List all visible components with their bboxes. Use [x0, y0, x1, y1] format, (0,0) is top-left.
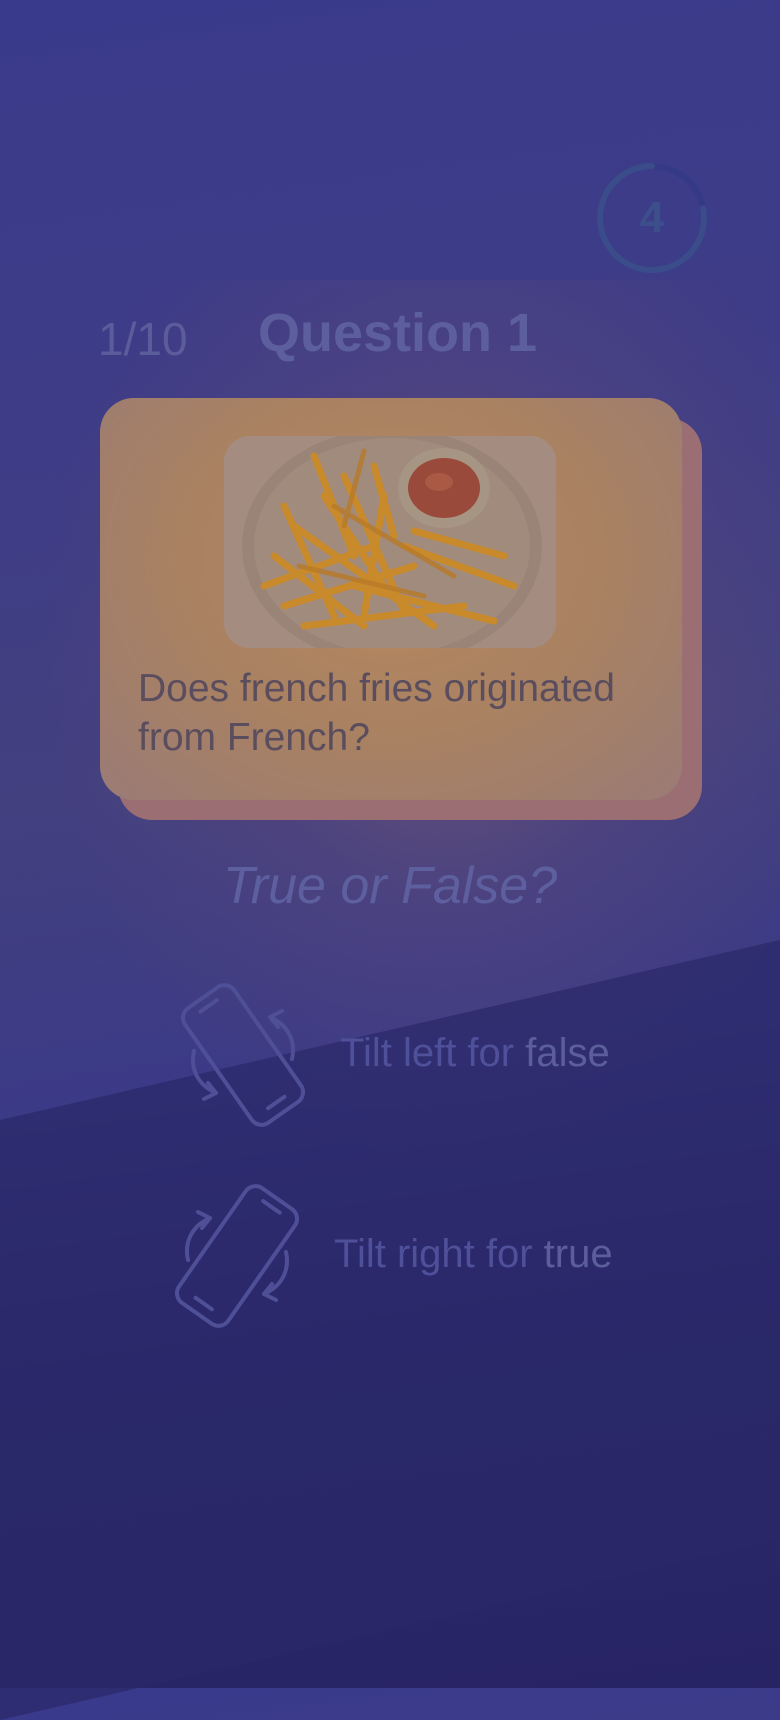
true-false-prompt: True or False? — [222, 857, 558, 915]
tilt-right-answer: true — [543, 1232, 613, 1276]
tilt-left-instruction: Tilt left for false — [0, 975, 780, 1135]
tilt-right-label: Tilt right for true — [334, 1232, 613, 1276]
countdown-timer: 4 — [596, 162, 708, 274]
question-text: Does french fries originated from French… — [138, 667, 615, 759]
tilt-left-answer: false — [525, 1031, 610, 1075]
page-title: Question 1 — [258, 303, 538, 363]
tilt-right-phone-icon — [162, 1176, 312, 1336]
question-progress: 1/10 — [98, 313, 188, 365]
tilt-left-phone-icon — [168, 975, 318, 1135]
timer-seconds: 4 — [639, 193, 665, 242]
tilt-left-label: Tilt left for false — [340, 1031, 610, 1075]
question-card: Does french fries originated from French… — [100, 398, 682, 800]
french-fries-image — [224, 436, 556, 648]
tilt-right-instruction: Tilt right for true — [0, 1176, 780, 1336]
